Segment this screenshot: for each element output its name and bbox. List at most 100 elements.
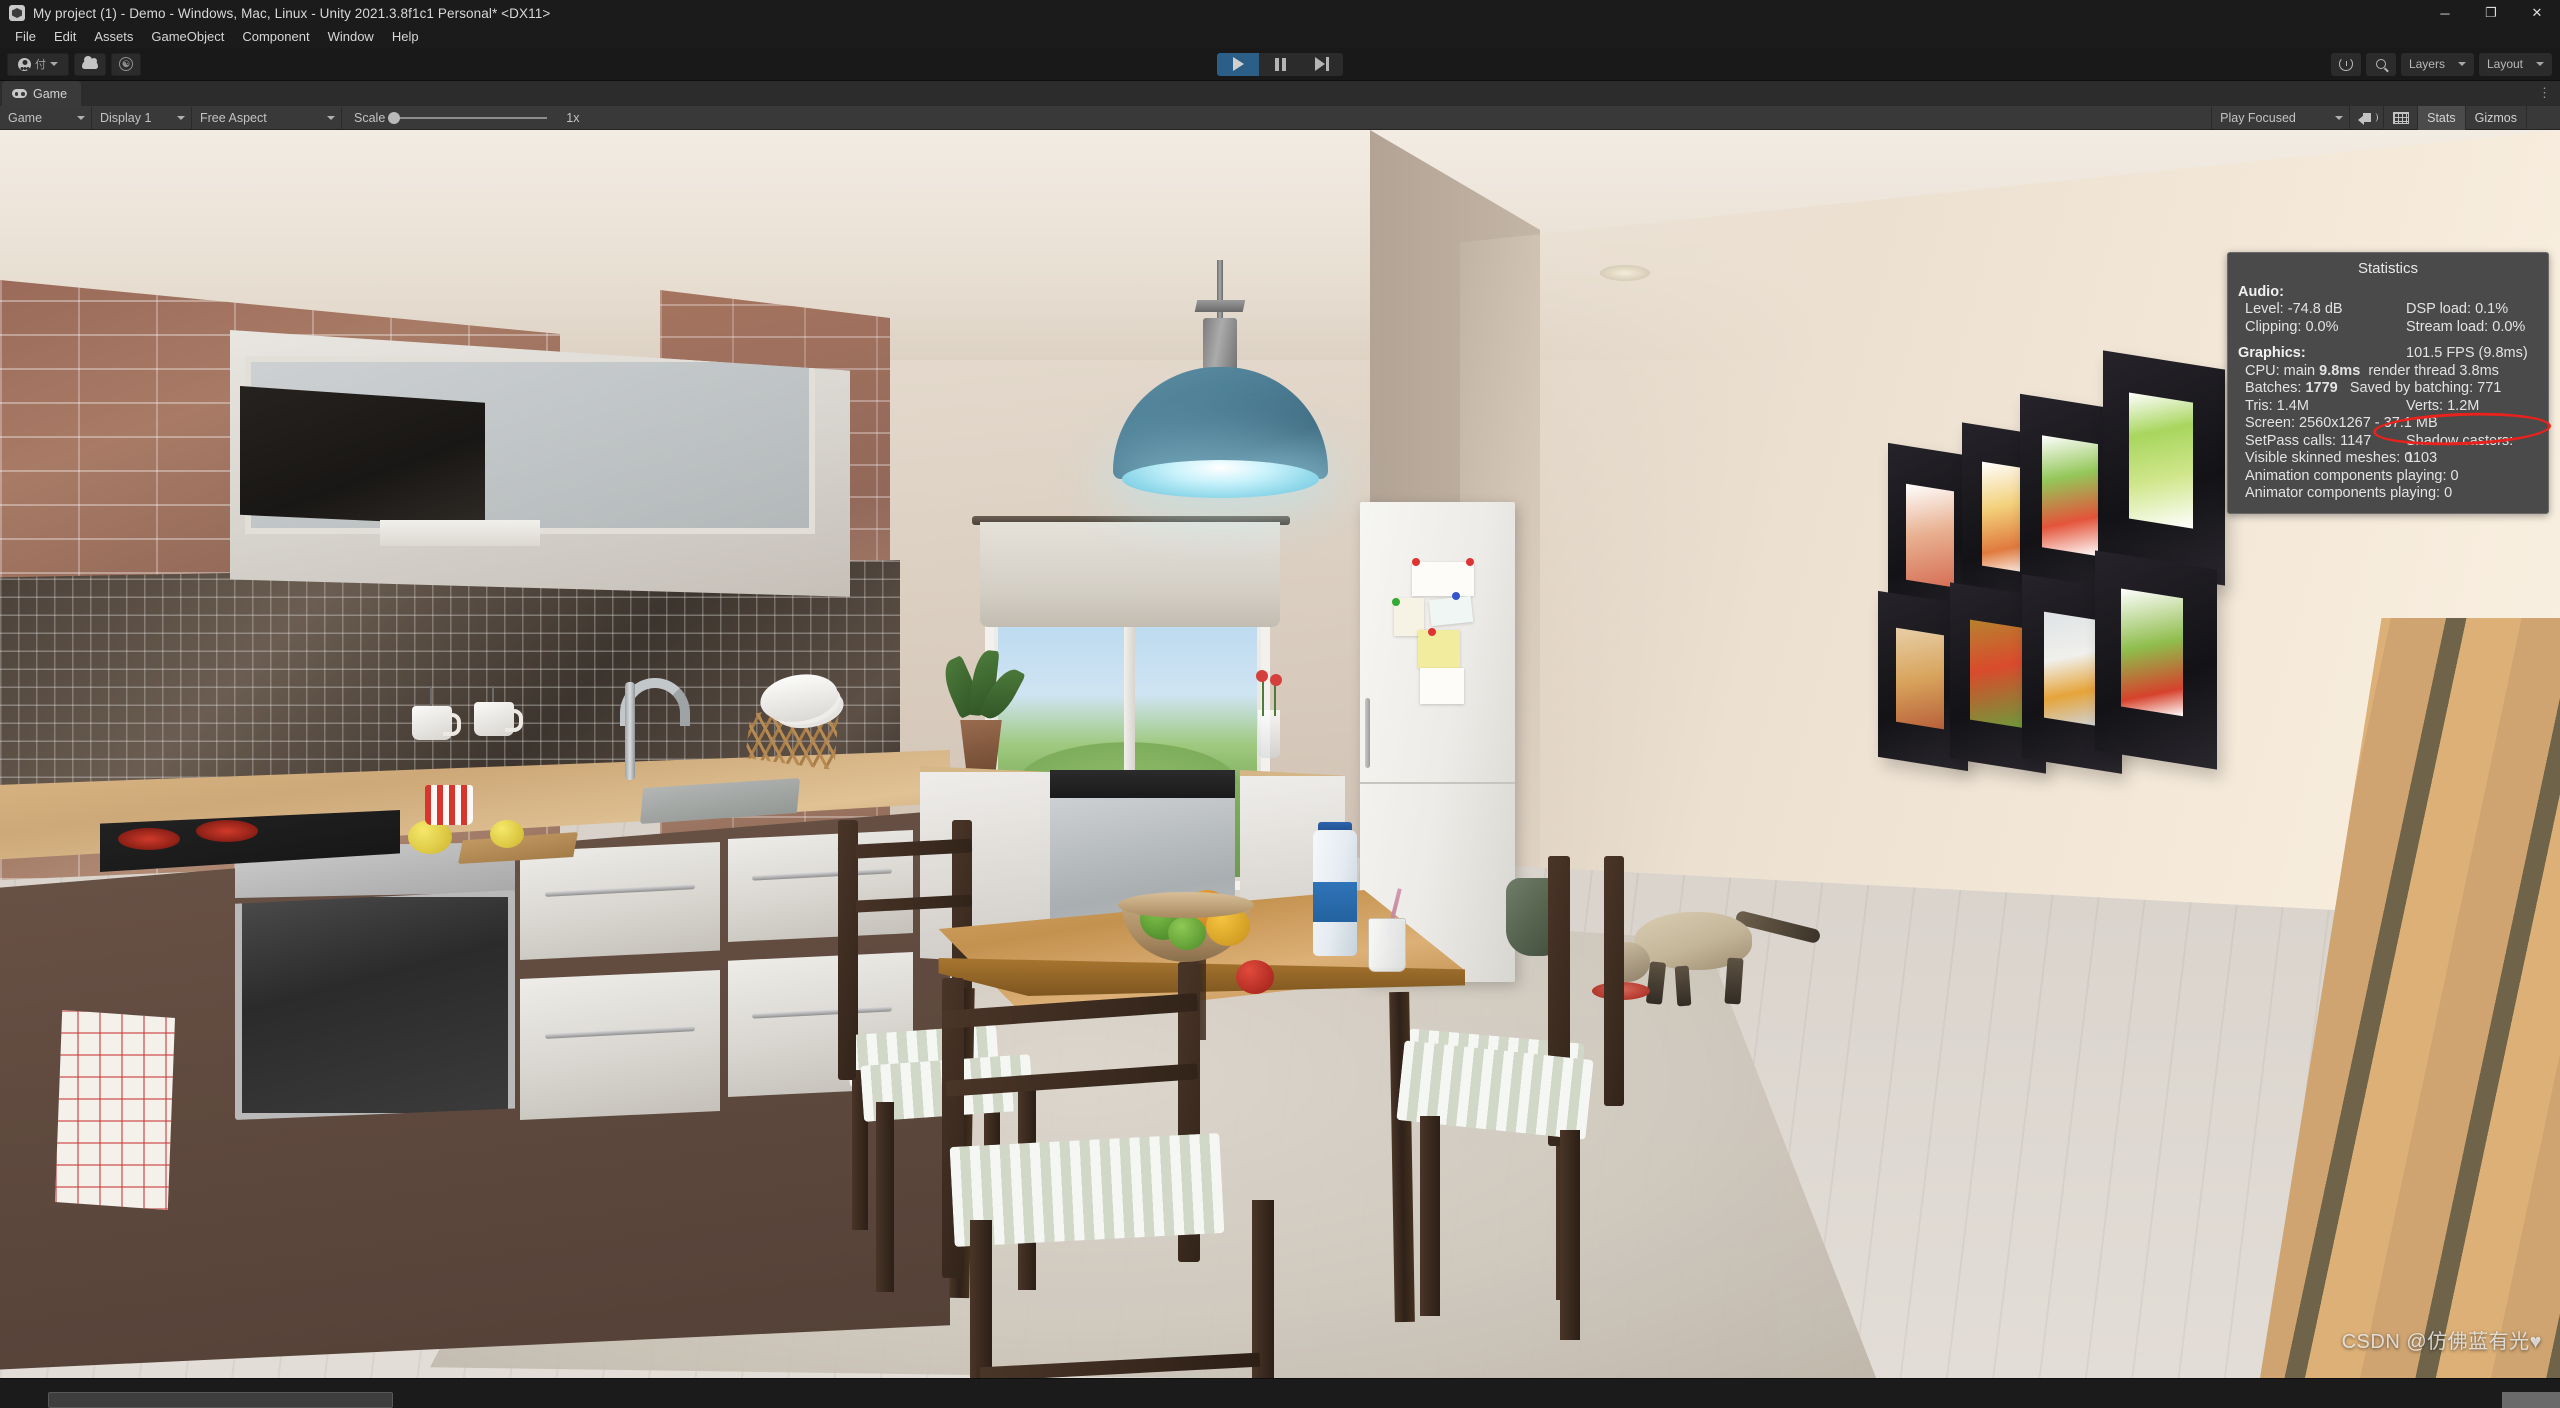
chevron-down-icon (2536, 62, 2544, 66)
close-button[interactable]: ✕ (2514, 0, 2560, 26)
audio-heading: Audio: (2238, 283, 2284, 300)
hanging-mug (412, 706, 461, 740)
window-controls: ─ ❐ ✕ (2422, 0, 2560, 26)
fps-readout: 101.5 FPS (9.8ms) (2406, 345, 2528, 361)
minimize-button[interactable]: ─ (2422, 0, 2468, 26)
flower (1270, 674, 1282, 686)
panel-overflow-menu[interactable]: ⋮ (2538, 85, 2552, 101)
picture-frame (2103, 350, 2225, 586)
kitchen-scene (0, 130, 2560, 1378)
fridge-handle (1365, 698, 1370, 768)
fruit-bowl-rim (1118, 892, 1254, 918)
csdn-watermark: CSDN @仿佛蓝有光♥ (2341, 1331, 2542, 1353)
window-titlebar: My project (1) - Demo - Windows, Mac, Li… (0, 0, 2560, 26)
history-button[interactable] (2330, 52, 2361, 76)
menu-edit[interactable]: Edit (45, 27, 85, 47)
search-button[interactable] (2365, 52, 2396, 76)
picture-image (2042, 435, 2098, 557)
milk-glass (1368, 918, 1406, 972)
fridge-magnet (1412, 558, 1420, 566)
menu-component[interactable]: Component (233, 27, 318, 47)
scale-slider-handle[interactable] (388, 111, 401, 124)
picture-image (2129, 392, 2193, 529)
cooktop-burner (196, 820, 258, 842)
cabinet-drawer (520, 842, 720, 960)
audio-clipping: Clipping: 0.0% (2245, 318, 2339, 335)
plate-shelf (380, 520, 540, 546)
scale-control: Scale 1x (342, 111, 579, 125)
chevron-down-icon (50, 62, 58, 66)
account-label: 付 (35, 59, 46, 71)
tris-readout: Tris: 1.4M (2245, 397, 2309, 414)
cat-leg (1724, 957, 1744, 1005)
scale-label: Scale (354, 110, 386, 125)
pause-button[interactable] (1259, 52, 1301, 76)
display-label: Display 1 (100, 110, 152, 125)
menu-gameobject[interactable]: GameObject (142, 27, 233, 47)
picture-image (1906, 483, 1954, 588)
pixel-grid-button[interactable] (2383, 105, 2417, 130)
mute-audio-button[interactable] (2349, 105, 2383, 130)
menu-file[interactable]: File (6, 27, 45, 47)
aspect-ratio-dropdown[interactable]: Free Aspect (192, 106, 342, 129)
game-render-view[interactable]: Statistics Audio: Level: -74.8 dB DSP lo… (0, 130, 2560, 1378)
fridge-magnet (1466, 558, 1474, 566)
unity-logo-icon (9, 5, 25, 21)
milk-bottle-label (1313, 882, 1357, 922)
cpu-readout: CPU: main 9.8ms render thread 3.8ms (2245, 362, 2499, 379)
chevron-down-icon (2457, 62, 2466, 66)
chevron-down-icon (177, 115, 185, 120)
cabinet-drawer (520, 970, 720, 1120)
cloud-icon (82, 55, 98, 69)
cloud-services-button[interactable] (74, 52, 106, 76)
restore-button[interactable]: ❐ (2468, 0, 2514, 26)
ceiling-spotlight (1600, 265, 1650, 281)
layout-dropdown[interactable]: Layout (2478, 52, 2552, 76)
cat-leg (1674, 965, 1692, 1007)
gamepad-icon (12, 89, 27, 98)
fridge-door-split (1360, 782, 1515, 784)
menubar: File Edit Assets GameObject Component Wi… (0, 26, 2560, 48)
unity-editor-window: My project (1) - Demo - Windows, Mac, Li… (0, 0, 2560, 1408)
scale-slider[interactable] (388, 111, 548, 124)
layout-label: Layout (2486, 57, 2523, 71)
animator-components-readout: Animator components playing: 0 (2245, 485, 2453, 501)
fridge-magnet (1452, 592, 1460, 600)
search-icon (2375, 59, 2386, 69)
fridge-magnet-note (1420, 668, 1464, 704)
status-input-field[interactable] (48, 1392, 393, 1408)
fridge-magnet-note (1428, 595, 1474, 627)
status-bar (0, 1378, 2560, 1408)
play-icon (1232, 57, 1244, 71)
speaker-mute-icon (2357, 113, 2378, 125)
view-mode-dropdown[interactable]: Game (0, 106, 92, 129)
picture-image (2121, 588, 2183, 717)
collab-button[interactable]: ☯ (111, 52, 141, 76)
range-hood (240, 386, 485, 526)
toolbar-right-group: Layers Layout (2330, 52, 2552, 76)
menu-window[interactable]: Window (319, 27, 383, 47)
display-dropdown[interactable]: Display 1 (92, 106, 192, 129)
menu-assets[interactable]: Assets (85, 27, 142, 47)
screen-readout: Screen: 2560x1267 - 37.1 MB (2245, 415, 2438, 431)
fridge-magnet-note (1412, 562, 1474, 596)
picture-image (2044, 611, 2098, 727)
play-mode-dropdown[interactable]: Play Focused (2211, 106, 2350, 129)
play-button[interactable] (1217, 52, 1259, 76)
hanging-mug (474, 702, 523, 736)
pause-icon (1274, 57, 1286, 71)
layers-label: Layers (2408, 57, 2445, 71)
account-dropdown[interactable]: 付 (7, 52, 69, 76)
lemon (408, 820, 452, 854)
step-button[interactable] (1301, 52, 1343, 76)
game-toolbar-right: Play Focused Stats Gizmos (2211, 105, 2560, 130)
tab-game[interactable]: Game (2, 81, 82, 106)
layers-dropdown[interactable]: Layers (2400, 52, 2474, 76)
setpass-readout: SetPass calls: 1147 (2245, 432, 2372, 449)
gizmos-button[interactable]: Gizmos (2464, 105, 2526, 130)
shadow-casters-readout: Shadow casters: 1103 (2406, 432, 2514, 467)
panel-tabbar: Game ⋮ (0, 81, 2560, 106)
gizmos-dropdown[interactable] (2526, 105, 2560, 130)
stats-toggle[interactable]: Stats (2417, 105, 2465, 130)
menu-help[interactable]: Help (383, 27, 428, 47)
